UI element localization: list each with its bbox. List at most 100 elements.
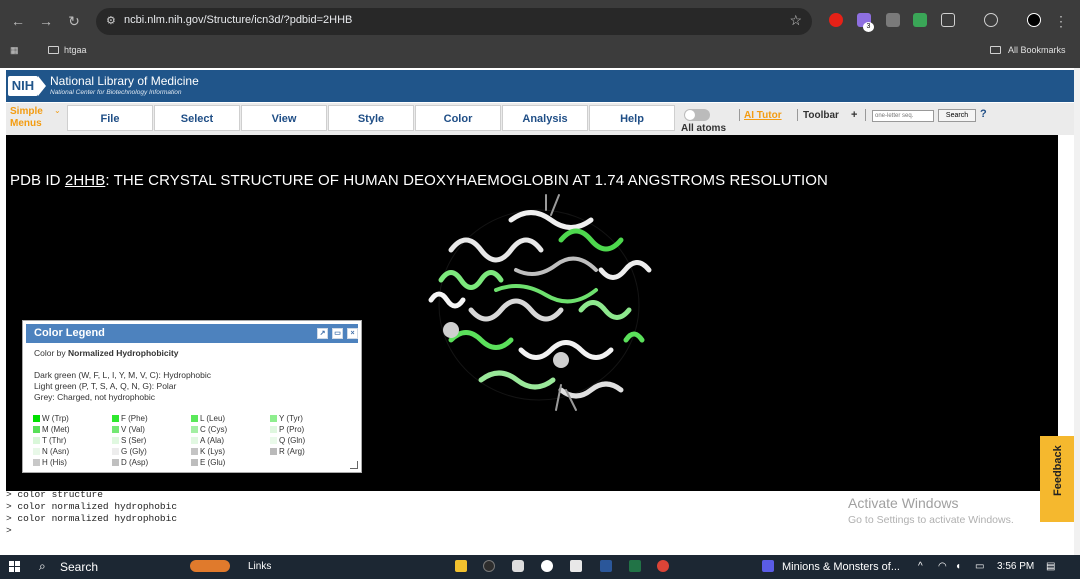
bookmark-star-icon[interactable]: ☆ [789, 12, 802, 29]
extension-icon[interactable] [886, 13, 900, 27]
clock-time[interactable]: 3:56 PM [997, 561, 1034, 572]
extensions-puzzle-icon[interactable] [941, 13, 955, 27]
expand-icon[interactable]: ↗ [317, 328, 328, 339]
taskbar-search[interactable]: Search [60, 560, 98, 574]
forward-icon[interactable]: → [37, 12, 55, 30]
apps-grid-icon[interactable]: ▦ [10, 45, 20, 55]
taskbar-app-icon[interactable] [483, 560, 495, 572]
amino-acid-label: S (Ser) [121, 436, 147, 445]
tray-chevron-icon[interactable]: ^ [918, 561, 923, 572]
toolbar-expand-button[interactable]: + [851, 109, 857, 121]
more-menu-icon[interactable]: ⋮ [1052, 12, 1070, 30]
menu-help[interactable]: Help [589, 105, 675, 131]
divider [797, 109, 798, 121]
divider [865, 109, 866, 121]
amino-acid-label: V (Val) [121, 425, 145, 434]
amino-acid-label: H (His) [42, 458, 67, 467]
site-settings-icon[interactable]: ⚙ [106, 14, 120, 28]
amino-acid-legend-item: P (Pro) [270, 425, 304, 434]
divider [739, 109, 740, 121]
color-swatch [191, 448, 198, 455]
amino-acid-legend-item: R (Arg) [270, 447, 305, 456]
pdb-title-text: : THE CRYSTAL STRUCTURE OF HUMAN DEOXYHA… [105, 172, 828, 189]
pdb-title: PDB ID 2HHB: THE CRYSTAL STRUCTURE OF HU… [10, 172, 828, 189]
windows-taskbar: ⌕ Search Links Minions & Monsters of... … [0, 555, 1080, 579]
page-scrollbar[interactable] [1074, 68, 1080, 555]
color-swatch [270, 448, 277, 455]
taskbar-app-icon[interactable] [570, 560, 582, 572]
structure-viewer[interactable]: PDB ID 2HHB: THE CRYSTAL STRUCTURE OF HU… [6, 135, 1058, 491]
taskbar-widget-icon[interactable] [190, 560, 230, 572]
amino-acid-legend-item: E (Glu) [191, 458, 225, 467]
chrome-icon[interactable] [657, 560, 669, 572]
amino-acid-legend-item: H (His) [33, 458, 67, 467]
color-swatch [112, 459, 119, 466]
legend-color-by: Color by Normalized Hydrophobicity [34, 348, 179, 358]
hemoglobin-3d-structure[interactable] [411, 190, 666, 418]
windows-start-icon[interactable] [9, 561, 21, 573]
word-icon[interactable] [600, 560, 612, 572]
color-legend-dialog[interactable]: Color Legend ↗ ▭ × Color by Normalized H… [22, 320, 362, 473]
legend-header[interactable]: Color Legend ↗ ▭ × [26, 324, 358, 343]
all-atoms-label: All atoms [681, 123, 727, 134]
amino-acid-label: N (Asn) [42, 447, 70, 456]
volume-icon[interactable]: ◖ [955, 561, 961, 572]
excel-icon[interactable] [629, 560, 641, 572]
taskbar-app-icon[interactable] [541, 560, 553, 572]
amino-acid-legend-item: W (Trp) [33, 414, 69, 423]
help-question-link[interactable]: ? [980, 108, 987, 120]
color-swatch [112, 437, 119, 444]
menu-style[interactable]: Style [328, 105, 414, 131]
minimize-icon[interactable]: ▭ [332, 328, 343, 339]
taskbar-links[interactable]: Links [248, 561, 271, 572]
taskbar-app-icon[interactable] [512, 560, 524, 572]
menu-color[interactable]: Color [415, 105, 501, 131]
console-line: > color normalized hydrophobic [6, 501, 178, 512]
menu-analysis[interactable]: Analysis [502, 105, 588, 131]
battery-icon[interactable]: ▭ [975, 561, 984, 572]
search-icon[interactable]: ⌕ [39, 559, 46, 574]
notification-icon[interactable]: ▤ [1046, 561, 1055, 572]
amino-acid-label: L (Leu) [200, 414, 226, 423]
profile-icon[interactable] [984, 13, 998, 27]
address-bar[interactable]: ⚙ ncbi.nlm.nih.gov/Structure/icn3d/?pdbi… [96, 8, 812, 35]
pdb-id-link[interactable]: 2HHB [65, 172, 105, 189]
activate-windows-text: Go to Settings to activate Windows. [848, 514, 1014, 526]
color-swatch [270, 415, 277, 422]
nlm-title[interactable]: National Library of Medicine [50, 74, 199, 88]
sequence-input[interactable]: one-letter seq. [872, 110, 934, 122]
menu-select[interactable]: Select [154, 105, 240, 131]
file-explorer-icon[interactable] [455, 560, 467, 572]
console-line: > [6, 525, 12, 536]
youtube-extension-icon[interactable] [829, 13, 843, 27]
amino-acid-legend-item: S (Ser) [112, 436, 146, 445]
legend-line: Light green (P, T, S, A, Q, N, G): Polar [34, 381, 177, 391]
ai-tutor-link[interactable]: AI Tutor [744, 110, 782, 121]
nih-logo[interactable]: NIH [8, 76, 38, 96]
search-button[interactable]: Search [938, 109, 976, 122]
reload-icon[interactable]: ↻ [65, 12, 83, 30]
account-avatar[interactable] [1027, 13, 1041, 27]
nlm-subtitle: National Center for Biotechnology Inform… [50, 89, 182, 96]
menu-view[interactable]: View [241, 105, 327, 131]
close-icon[interactable]: × [347, 328, 358, 339]
bookmark-htgaa[interactable]: htgaa [64, 45, 87, 55]
active-window-title[interactable]: Minions & Monsters of... [782, 561, 900, 573]
icn3d-menubar: Simple Menus ⌄ File Select View Style Co… [6, 103, 1074, 135]
wifi-icon[interactable]: ◠ [938, 561, 947, 572]
back-icon[interactable]: ← [9, 12, 27, 30]
amino-acid-label: A (Ala) [200, 436, 225, 445]
menu-file[interactable]: File [67, 105, 153, 131]
all-bookmarks[interactable]: All Bookmarks [1008, 45, 1066, 55]
simple-menus-select[interactable]: Simple Menus [10, 106, 43, 130]
console-line: > color normalized hydrophobic [6, 513, 178, 524]
nih-logo-arrow [38, 76, 46, 96]
resize-handle[interactable] [350, 461, 358, 469]
amino-acid-label: R (Arg) [279, 447, 305, 456]
toolbar-label[interactable]: Toolbar [803, 110, 839, 121]
amino-acid-legend-item: Y (Tyr) [270, 414, 303, 423]
all-atoms-toggle[interactable] [684, 109, 710, 121]
chevron-down-icon[interactable]: ⌄ [54, 106, 61, 115]
extension-icon[interactable] [913, 13, 927, 27]
active-window-icon[interactable] [762, 560, 774, 572]
